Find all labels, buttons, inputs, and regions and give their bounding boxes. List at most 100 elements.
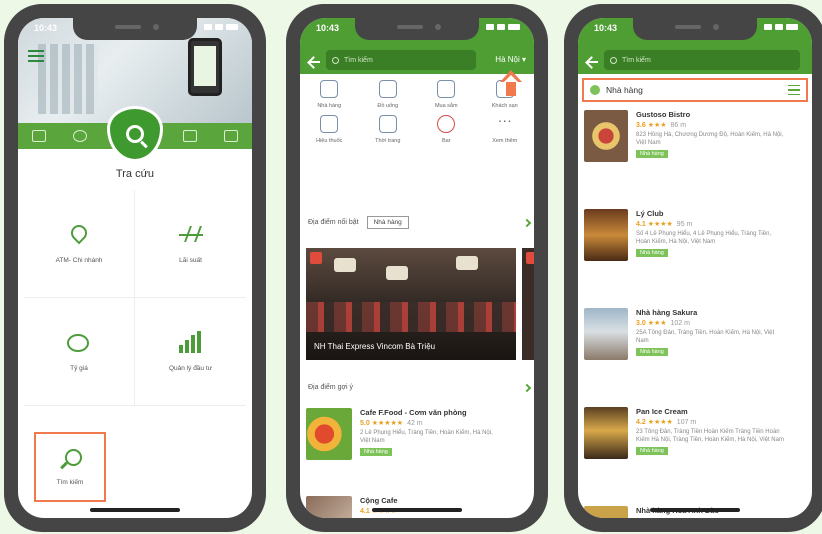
restaurant-list-screen: 10:43 Tìm kiếm Nhà hàng Gustoso Bistro 3… [578,18,812,518]
explore-screen: 10:43 Tìm kiếm Hà Nội ▾ Nhà hàng Đồ uống… [300,18,534,518]
category-more[interactable]: ··· Xem thêm [476,113,535,144]
tile-label: Tìm kiếm [56,478,84,486]
place-name: Pan Ice Cream [636,407,688,416]
rating-score: 3.0 [636,320,646,327]
grid-tab-icon[interactable] [31,130,46,142]
featured-banner[interactable]: NH Thai Express Vincom Bà Triệu [306,248,516,360]
search-input[interactable]: Tìm kiếm [326,50,476,70]
category-label: Xem thêm [492,138,518,144]
magnifier-icon [60,448,82,469]
lamp-image [456,256,478,270]
place-name: Cafe F.Food - Cơm văn phòng [360,408,467,417]
back-arrow-icon[interactable] [586,56,598,68]
search-icon [332,56,339,64]
address: 2 Lê Phụng Hiểu, Tràng Tiền, Hoàn Kiếm, … [360,430,493,444]
list-item[interactable]: Lý Club 4.1 ★★★★ 95 m Số 4 Lê Phụng Hiểu,… [584,209,808,308]
notch [355,18,479,40]
category-label: Hiệu thuốc [316,138,343,144]
tile-label: Quản lý đầu tư [168,365,212,372]
rating: 4.1 ★★★★ 95 m [636,220,786,228]
search-placeholder: Tìm kiếm [344,56,373,64]
category-label: Nhà hàng [317,103,342,109]
category-tag: Nhà hàng [636,348,668,356]
tile-search-highlighted[interactable]: Tìm kiếm [34,432,106,502]
tile-exchange-rate[interactable]: Tỷ giá [24,298,135,406]
tile-label: Lãi suất [179,257,202,264]
pharmacy-icon [320,115,339,133]
club-thumbnail [584,209,628,261]
suggest-section-header: Địa điểm gợi ý [308,383,534,392]
rating: 3.6 ★★★ 86 m [636,121,786,129]
tile-label: Tỷ giá [70,365,88,372]
category-fashion[interactable]: Thời trang [359,115,418,144]
filter-sliders-icon[interactable] [788,85,800,95]
rating: 4.2 ★★★★ 107 m [636,418,786,426]
calendar-tab-icon[interactable] [224,130,239,142]
transfer-tab-icon[interactable] [182,130,197,142]
city-selector[interactable]: Hà Nội ▾ [495,55,526,64]
wifi-icon [775,24,783,30]
distance: 102 m [670,320,690,327]
exchange-coin-icon [67,331,91,355]
notch [73,18,197,40]
list-item[interactable]: Gustoso Bistro 3.6 ★★★ 86 m 823 Hồng Hà, … [584,110,808,209]
pointer-arrow-annotation [498,70,524,98]
star-icons: ★★★★ [647,221,673,228]
star-icons: ★★★★★ [371,420,404,427]
banner-title: NH Thai Express Vincom Bà Triệu [314,342,436,351]
distance: 42 m [407,420,423,427]
ice-cream-thumbnail [584,407,628,459]
rating-score: 4.2 [636,419,646,426]
pizza-thumbnail [584,110,628,162]
list-item[interactable]: Nhà hàng Sakura 3.0 ★★★ 102 m 25A Tông Đả… [584,308,808,407]
category-label: Khách sạn [491,103,518,109]
favorite-icon[interactable] [310,252,322,264]
list-item[interactable]: Pan Ice Cream 4.2 ★★★★ 107 m 23 Tông Đản,… [584,407,808,506]
settings-tab-icon[interactable] [73,130,88,142]
place-info: Pan Ice Cream 4.2 ★★★★ 107 m 23 Tông Đản,… [636,407,786,506]
tile-investment[interactable]: Quản lý đầu tư [135,298,246,406]
address: 23 Tông Đản, Tràng Tiền Hoàn Kiếm Tràng … [636,429,784,443]
signal-icon [764,24,772,30]
place-info: Cafe F.Food - Cơm văn phòng 5.0 ★★★★★ 42 … [360,408,500,460]
place-name: Cộng Cafe [360,496,398,505]
list-item[interactable]: Cafe F.Food - Cơm văn phòng 5.0 ★★★★★ 42 … [306,408,500,460]
chevron-right-icon[interactable] [522,218,532,227]
lamp-image [386,266,408,280]
place-name: Nhà hàng Sakura [636,308,698,317]
phone-frame-3: 10:43 Tìm kiếm Nhà hàng Gustoso Bistro 3… [564,4,822,532]
category-pharmacy[interactable]: Hiệu thuốc [300,115,359,144]
status-time: 10:43 [594,23,618,33]
category-restaurant[interactable]: Nhà hàng [300,80,359,109]
star-icons: ★★★★ [647,419,673,426]
back-arrow-icon[interactable] [308,56,320,68]
place-info: Gustoso Bistro 3.6 ★★★ 86 m 823 Hồng Hà, … [636,110,786,209]
search-icon [610,56,617,64]
restaurant-category-icon [590,85,600,95]
featured-filter-button[interactable]: Nhà hàng [366,216,409,229]
search-input[interactable]: Tìm kiếm [604,50,800,70]
category-label: Mua sắm [434,103,458,109]
status-icons [204,24,238,30]
list-item[interactable]: Cộng Cafe 4.1 ★★★★ [306,496,398,518]
tile-atm-branch[interactable]: ATM- Chi nhánh [24,190,135,298]
next-banner[interactable] [522,248,534,360]
chevron-right-icon[interactable] [522,383,532,392]
basket-icon [437,80,456,98]
category-filter-bar[interactable]: Nhà hàng [582,78,808,102]
place-name: Lý Club [636,209,664,218]
dish-icon [320,80,339,98]
category-drinks[interactable]: Đồ uống [359,80,418,109]
home-indicator [90,508,180,512]
lookup-tab-button[interactable] [107,106,163,162]
restaurant-list: Gustoso Bistro 3.6 ★★★ 86 m 823 Hồng Hà, … [584,110,808,518]
category-bar[interactable]: Bar [417,115,476,144]
category-shopping[interactable]: Mua sắm [417,80,476,109]
favorite-icon[interactable] [526,252,534,264]
address: Số 4 Lê Phụng Hiểu, 4 Lê Phụng Hiểu, Trà… [636,231,772,245]
rating-score: 3.6 [636,122,646,129]
bar-chart-icon [178,331,203,355]
tile-interest-rate[interactable]: Lãi suất [135,190,246,298]
featured-section-header: Địa điểm nổi bật Nhà hàng [308,216,534,229]
hamburger-menu-icon[interactable] [28,50,44,62]
